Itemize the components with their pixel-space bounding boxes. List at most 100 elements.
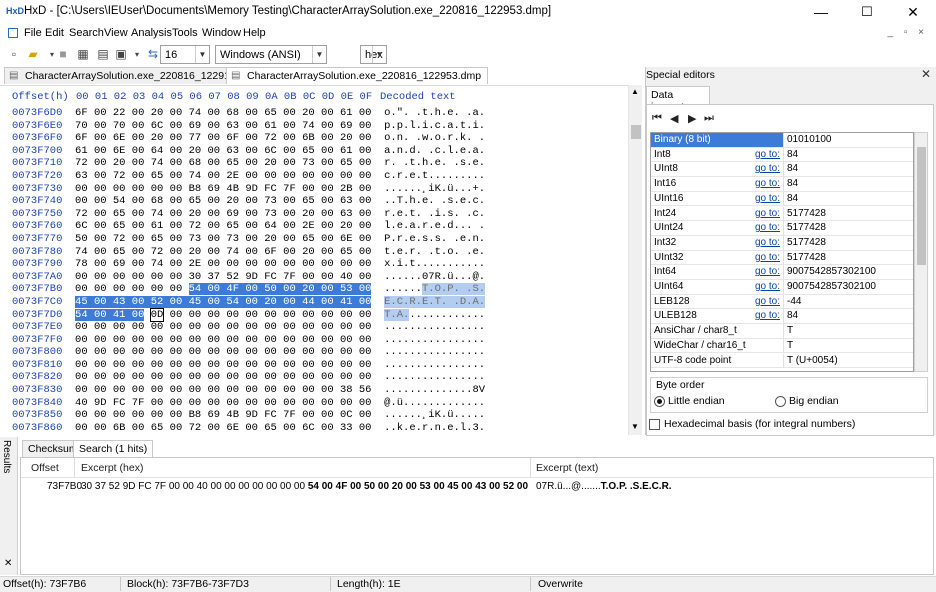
hex-byte[interactable]: 00 [207, 157, 220, 169]
hex-byte[interactable]: 00 [94, 183, 107, 195]
decoded-char[interactable]: V [479, 384, 485, 396]
hex-row[interactable]: 0073F710 72 00 20 00 74 00 68 00 65 00 2… [12, 157, 622, 170]
decoded-char[interactable]: . [479, 157, 485, 169]
hex-byte[interactable]: 00 [264, 371, 277, 383]
hex-byte[interactable]: 69 [226, 208, 239, 220]
hex-row[interactable]: 0073F830 00 00 00 00 00 00 00 00 00 00 0… [12, 384, 622, 397]
inspector-row[interactable]: Binary (8 bit) 01010100 [651, 133, 913, 148]
hex-byte[interactable]: 00 [226, 258, 239, 270]
hex-byte[interactable]: 00 [245, 397, 258, 409]
hex-byte[interactable]: 00 [113, 271, 126, 283]
hex-byte[interactable]: 00 [170, 246, 183, 258]
hex-byte[interactable]: 00 [94, 170, 107, 182]
hex-byte[interactable]: 00 [226, 346, 239, 358]
hex-byte[interactable]: 00 [207, 334, 220, 346]
hex-byte[interactable]: 00 [75, 422, 88, 433]
hex-byte[interactable]: 00 [283, 170, 296, 182]
inspector-value[interactable]: 5177428 [787, 207, 826, 221]
hex-byte[interactable]: 00 [189, 309, 202, 321]
inspector-row[interactable]: WideChar / char16_t T [651, 338, 913, 354]
hex-byte[interactable]: 00 [321, 384, 334, 396]
hex-byte[interactable]: 00 [75, 384, 88, 396]
hex-byte[interactable]: 00 [170, 309, 183, 321]
menu-item-edit[interactable]: Edit [45, 27, 64, 39]
hex-byte[interactable]: 77 [189, 132, 202, 144]
hex-byte[interactable]: 00 [245, 359, 258, 371]
hex-byte[interactable]: 00 [264, 384, 277, 396]
hex-byte[interactable]: 00 [340, 397, 353, 409]
hex-byte[interactable]: 00 [170, 371, 183, 383]
open-folder-icon[interactable]: ▰ [25, 46, 41, 62]
hex-byte[interactable]: 00 [359, 220, 372, 232]
hex-byte[interactable]: 00 [132, 183, 145, 195]
hex-byte[interactable]: 00 [283, 321, 296, 333]
hex-byte[interactable]: 65 [340, 157, 353, 169]
hex-byte[interactable]: 64 [151, 145, 164, 157]
inspector-value[interactable]: -44 [787, 295, 801, 309]
hex-byte[interactable]: 00 [132, 346, 145, 358]
hex-byte[interactable]: 00 [302, 346, 315, 358]
hex-byte[interactable]: 00 [207, 120, 220, 132]
hex-byte[interactable]: 72 [113, 233, 126, 245]
hex-byte[interactable]: 44 [302, 295, 315, 308]
hex-scrollbar[interactable]: ▲ ▼ [628, 85, 642, 435]
hex-byte[interactable]: 00 [207, 258, 220, 270]
hex-byte[interactable]: 20 [302, 107, 315, 119]
hex-byte[interactable]: 00 [132, 321, 145, 333]
result-excerpt-text[interactable]: 07R.ü...@.......T.O.P. .S.E.C.R. [536, 481, 672, 492]
hex-byte[interactable]: 00 [207, 195, 220, 207]
hex-byte[interactable]: 00 [340, 359, 353, 371]
decoded-char[interactable]: . [479, 195, 485, 207]
hex-byte[interactable]: 41 [339, 295, 353, 308]
hex-byte[interactable]: 00 [132, 120, 145, 132]
hex-byte[interactable]: 63 [340, 195, 353, 207]
hex-byte[interactable]: 00 [207, 309, 220, 321]
hex-byte[interactable]: 00 [302, 183, 315, 195]
inspector-value[interactable]: T [787, 339, 793, 353]
hex-byte[interactable]: 6B [113, 422, 126, 433]
decoded-char[interactable]: . [479, 371, 485, 383]
hex-byte[interactable]: 00 [321, 145, 334, 157]
hex-byte[interactable]: 00 [132, 195, 145, 207]
close-icon[interactable]: ✕ [4, 558, 12, 569]
hex-byte[interactable]: 00 [283, 233, 296, 245]
hex-byte[interactable]: 00 [226, 359, 239, 371]
hex-byte[interactable]: 65 [151, 422, 164, 433]
inspector-row[interactable]: UInt32 go to: 5177428 [651, 250, 913, 266]
hex-byte[interactable]: 00 [321, 283, 334, 296]
hex-byte[interactable]: 00 [340, 321, 353, 333]
hex-row[interactable]: 0073F7F0 00 00 00 00 00 00 00 00 00 00 0… [12, 334, 622, 347]
hex-byte[interactable]: 65 [226, 220, 239, 232]
hex-byte[interactable]: 00 [75, 283, 88, 295]
hex-byte[interactable]: 00 [283, 384, 296, 396]
menu-item-analysis[interactable]: Analysis [131, 27, 172, 39]
hex-byte[interactable]: 00 [170, 258, 183, 270]
scroll-up-icon[interactable]: ▲ [631, 87, 639, 96]
hex-byte[interactable]: 00 [321, 321, 334, 333]
tab-data-inspector[interactable]: Data inspector [646, 86, 710, 113]
hex-byte[interactable]: 2E [189, 258, 202, 270]
inspector-value[interactable]: T (U+0054) [787, 354, 838, 368]
hex-byte[interactable]: 20 [151, 132, 164, 144]
hex-byte[interactable]: 00 [283, 220, 296, 232]
hex-byte[interactable]: 00 [132, 107, 145, 119]
hex-byte[interactable]: 00 [132, 145, 145, 157]
hex-byte[interactable]: 00 [207, 321, 220, 333]
hex-byte[interactable]: 00 [321, 258, 334, 270]
hex-byte[interactable]: 65 [151, 233, 164, 245]
hex-byte[interactable]: 00 [132, 384, 145, 396]
hex-byte[interactable]: 00 [113, 371, 126, 383]
hex-byte[interactable]: 00 [321, 422, 334, 433]
hex-byte[interactable]: 00 [245, 321, 258, 333]
hex-byte[interactable]: 72 [75, 157, 88, 169]
hex-byte[interactable]: 00 [207, 170, 220, 182]
hex-row[interactable]: 0073F720 63 00 72 00 65 00 74 00 2E 00 0… [12, 170, 622, 183]
hex-byte[interactable]: 00 [245, 283, 258, 296]
hex-byte[interactable]: 00 [151, 346, 164, 358]
tab-dump-122953[interactable]: ▤ CharacterArraySolution.exe_220816_1229… [226, 67, 489, 84]
menu-item-search[interactable]: Search [69, 27, 104, 39]
hex-byte[interactable]: 52 [226, 271, 239, 283]
hex-byte[interactable]: B8 [189, 183, 202, 195]
hex-byte[interactable]: 54 [113, 195, 126, 207]
hex-byte[interactable]: 00 [245, 120, 258, 132]
